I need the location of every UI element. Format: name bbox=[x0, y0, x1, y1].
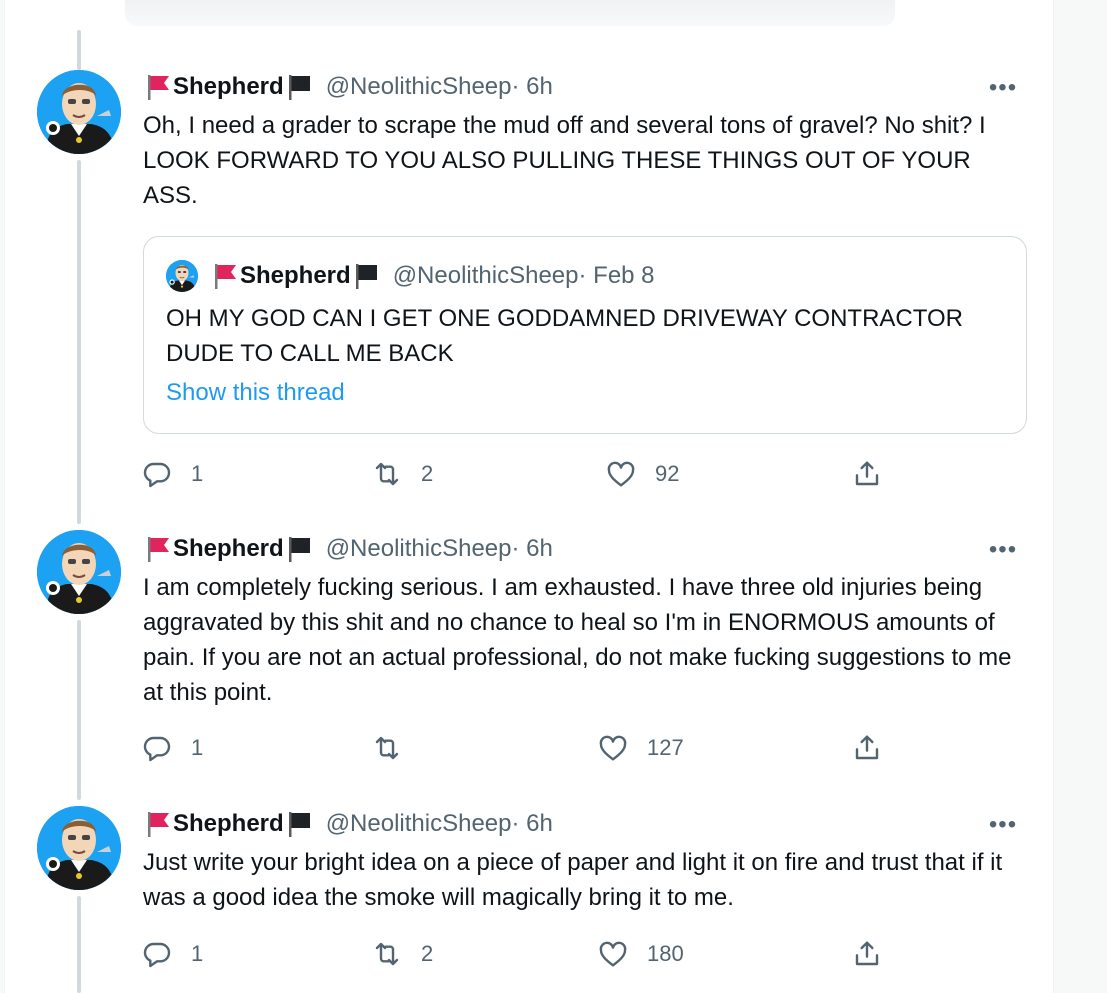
like-button[interactable]: 92 bbox=[605, 454, 679, 494]
reply-icon bbox=[141, 458, 173, 490]
more-options-icon[interactable]: ••• bbox=[985, 536, 1021, 563]
reply-icon bbox=[141, 938, 173, 970]
heart-icon bbox=[597, 938, 629, 970]
quoted-text: OH MY GOD CAN I GET ONE GODDAMNED DRIVEW… bbox=[166, 305, 963, 367]
tweet-header: Shepherd @NeolithicSheep · 6h bbox=[145, 532, 553, 566]
tweet-text: I am completely fucking serious. I am ex… bbox=[143, 574, 1012, 706]
black-flag-icon bbox=[286, 535, 312, 563]
quoted-display-name: Shepherd bbox=[240, 262, 351, 289]
display-name[interactable]: Shepherd bbox=[173, 535, 284, 563]
handle[interactable]: @NeolithicSheep bbox=[326, 73, 512, 101]
timestamp[interactable]: · 6h bbox=[512, 810, 553, 838]
red-flag-icon bbox=[212, 262, 238, 290]
red-flag-icon bbox=[145, 535, 171, 563]
tweet-text: Just write your bright idea on a piece o… bbox=[143, 849, 1003, 911]
avatar[interactable] bbox=[37, 70, 121, 154]
share-icon bbox=[851, 938, 883, 970]
heart-icon bbox=[597, 732, 629, 764]
handle[interactable]: @NeolithicSheep bbox=[326, 535, 512, 563]
red-flag-icon bbox=[145, 73, 171, 101]
retweet-button[interactable] bbox=[371, 728, 431, 768]
reply-button[interactable]: 1 bbox=[141, 934, 203, 974]
avatar[interactable] bbox=[37, 530, 121, 614]
heart-icon bbox=[605, 458, 637, 490]
avatar[interactable] bbox=[37, 806, 121, 890]
quoted-avatar bbox=[166, 260, 198, 292]
more-options-icon[interactable]: ••• bbox=[985, 811, 1021, 838]
reply-icon bbox=[141, 732, 173, 764]
share-icon bbox=[851, 732, 883, 764]
like-button[interactable]: 180 bbox=[597, 934, 684, 974]
retweet-icon bbox=[371, 732, 403, 764]
tweet[interactable]: Shepherd @NeolithicSheep · 6h ••• I am c… bbox=[5, 530, 1053, 790]
like-button[interactable]: 127 bbox=[597, 728, 684, 768]
share-icon bbox=[851, 458, 883, 490]
handle[interactable]: @NeolithicSheep bbox=[326, 810, 512, 838]
black-flag-icon bbox=[286, 73, 312, 101]
retweet-icon bbox=[371, 938, 403, 970]
more-options-icon[interactable]: ••• bbox=[985, 74, 1021, 101]
quoted-header: Shepherd @NeolithicSheep · Feb 8 bbox=[166, 259, 655, 293]
share-button[interactable] bbox=[851, 934, 901, 974]
timestamp[interactable]: · 6h bbox=[512, 535, 553, 563]
quoted-timestamp: · Feb 8 bbox=[578, 262, 655, 289]
action-bar: 1 2 92 bbox=[141, 454, 901, 494]
quoted-tweet[interactable]: Shepherd @NeolithicSheep · Feb 8 OH MY G… bbox=[143, 236, 1027, 434]
display-name[interactable]: Shepherd bbox=[173, 73, 284, 101]
red-flag-icon bbox=[145, 810, 171, 838]
retweet-button[interactable]: 2 bbox=[371, 934, 433, 974]
action-bar: 1 2 180 bbox=[141, 934, 901, 974]
quoted-handle: @NeolithicSheep bbox=[392, 262, 579, 289]
black-flag-icon bbox=[353, 262, 379, 290]
retweet-button[interactable]: 2 bbox=[371, 454, 433, 494]
display-name[interactable]: Shepherd bbox=[173, 810, 284, 838]
reply-button[interactable]: 1 bbox=[141, 454, 203, 494]
tweet[interactable]: Shepherd @NeolithicSheep · 6h ••• Just w… bbox=[5, 806, 1053, 993]
show-thread-link[interactable]: Show this thread bbox=[166, 379, 345, 407]
action-bar: 1 127 bbox=[141, 728, 901, 768]
share-button[interactable] bbox=[851, 728, 901, 768]
tweet-header: Shepherd @NeolithicSheep · 6h bbox=[145, 70, 553, 104]
retweet-icon bbox=[371, 458, 403, 490]
share-button[interactable] bbox=[851, 454, 901, 494]
reply-button[interactable]: 1 bbox=[141, 728, 203, 768]
black-flag-icon bbox=[286, 810, 312, 838]
tweet[interactable]: Shepherd @NeolithicSheep · 6h ••• Oh, I … bbox=[5, 0, 1053, 520]
tweet-text: Oh, I need a grader to scrape the mud of… bbox=[143, 112, 986, 209]
timeline: Shepherd @NeolithicSheep · 6h ••• Oh, I … bbox=[4, 0, 1054, 993]
tweet-header: Shepherd @NeolithicSheep · 6h bbox=[145, 807, 553, 841]
timestamp[interactable]: · 6h bbox=[512, 73, 553, 101]
